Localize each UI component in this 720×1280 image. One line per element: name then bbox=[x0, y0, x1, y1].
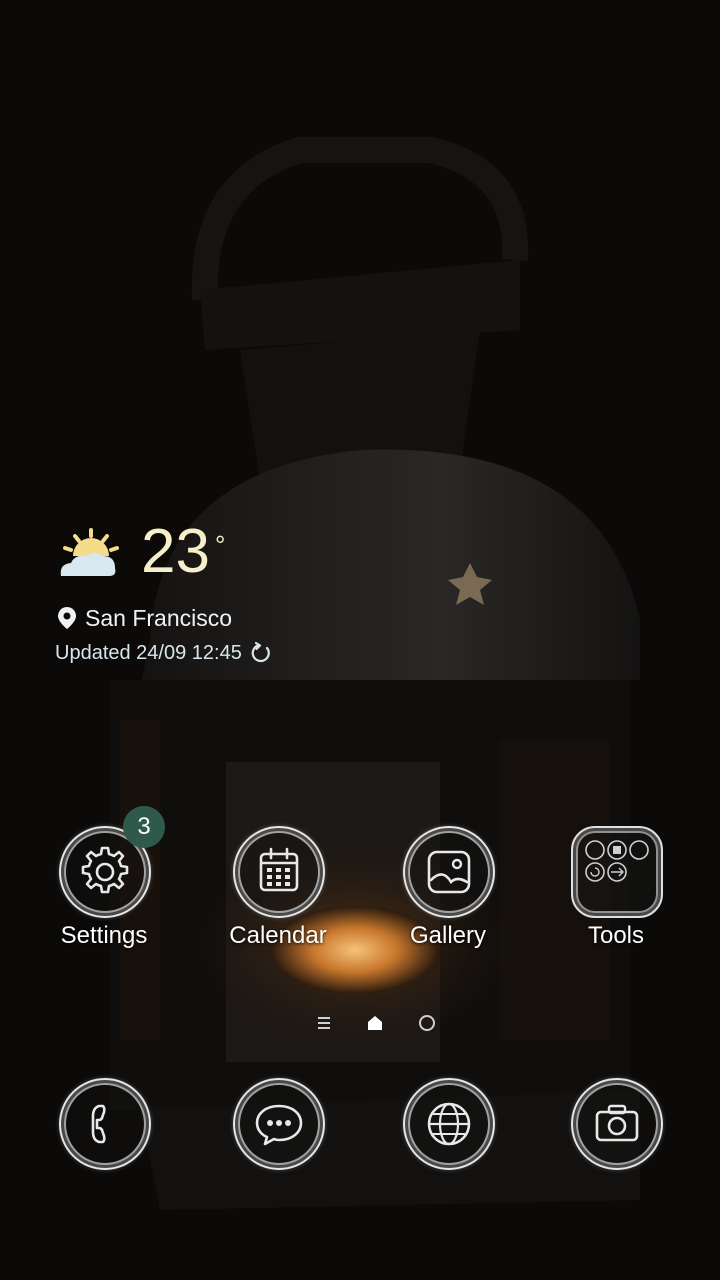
globe-icon bbox=[427, 1102, 471, 1146]
partly-cloudy-icon bbox=[55, 526, 121, 582]
last-updated: Updated 24/09 12:45 bbox=[55, 641, 242, 664]
home-page-indicator[interactable] bbox=[368, 1016, 382, 1030]
location-row: San Francisco bbox=[55, 604, 232, 632]
tools-folder[interactable] bbox=[571, 826, 663, 918]
picture-icon bbox=[427, 850, 471, 894]
gallery-label: Gallery bbox=[409, 922, 487, 949]
gallery-icon-ring[interactable] bbox=[403, 826, 495, 918]
notification-badge: 3 bbox=[123, 806, 165, 848]
weather-widget[interactable]: 23 ° San Francisco Updated 24/09 12:45 bbox=[55, 520, 395, 670]
degree-symbol: ° bbox=[215, 530, 226, 560]
dock-internet[interactable] bbox=[368, 1078, 528, 1238]
app-calendar[interactable]: Calendar bbox=[198, 826, 358, 986]
phone-icon bbox=[91, 1104, 106, 1144]
menu-page-indicator[interactable] bbox=[318, 1017, 330, 1029]
calendar-label: Calendar bbox=[229, 922, 327, 949]
location-pin-icon bbox=[58, 607, 76, 629]
phone-icon-ring[interactable] bbox=[59, 1078, 151, 1170]
calendar-icon-ring[interactable] bbox=[233, 826, 325, 918]
app-gallery[interactable]: Gallery bbox=[368, 826, 528, 986]
update-row: Updated 24/09 12:45 bbox=[55, 640, 272, 666]
internet-icon-ring[interactable] bbox=[403, 1078, 495, 1170]
temperature: 23 bbox=[141, 517, 210, 586]
dock-phone[interactable] bbox=[24, 1078, 184, 1238]
dock-camera[interactable] bbox=[536, 1078, 696, 1238]
tools-label: Tools bbox=[587, 922, 645, 949]
camera-icon bbox=[595, 1104, 639, 1142]
settings-label: Settings bbox=[60, 922, 148, 949]
app-settings[interactable]: Settings bbox=[24, 826, 184, 986]
chat-bubble-icon bbox=[255, 1104, 303, 1146]
calendar-icon bbox=[259, 847, 299, 892]
gear-icon bbox=[81, 846, 129, 894]
folder-icon bbox=[585, 840, 649, 882]
location-name: San Francisco bbox=[85, 604, 233, 631]
refresh-icon[interactable] bbox=[250, 642, 272, 664]
page-dot[interactable] bbox=[419, 1015, 435, 1031]
app-tools-folder[interactable]: Tools bbox=[536, 826, 696, 986]
camera-icon-ring[interactable] bbox=[571, 1078, 663, 1170]
page-indicator[interactable] bbox=[312, 1012, 442, 1034]
dock-messages[interactable] bbox=[198, 1078, 358, 1238]
messages-icon-ring[interactable] bbox=[233, 1078, 325, 1170]
